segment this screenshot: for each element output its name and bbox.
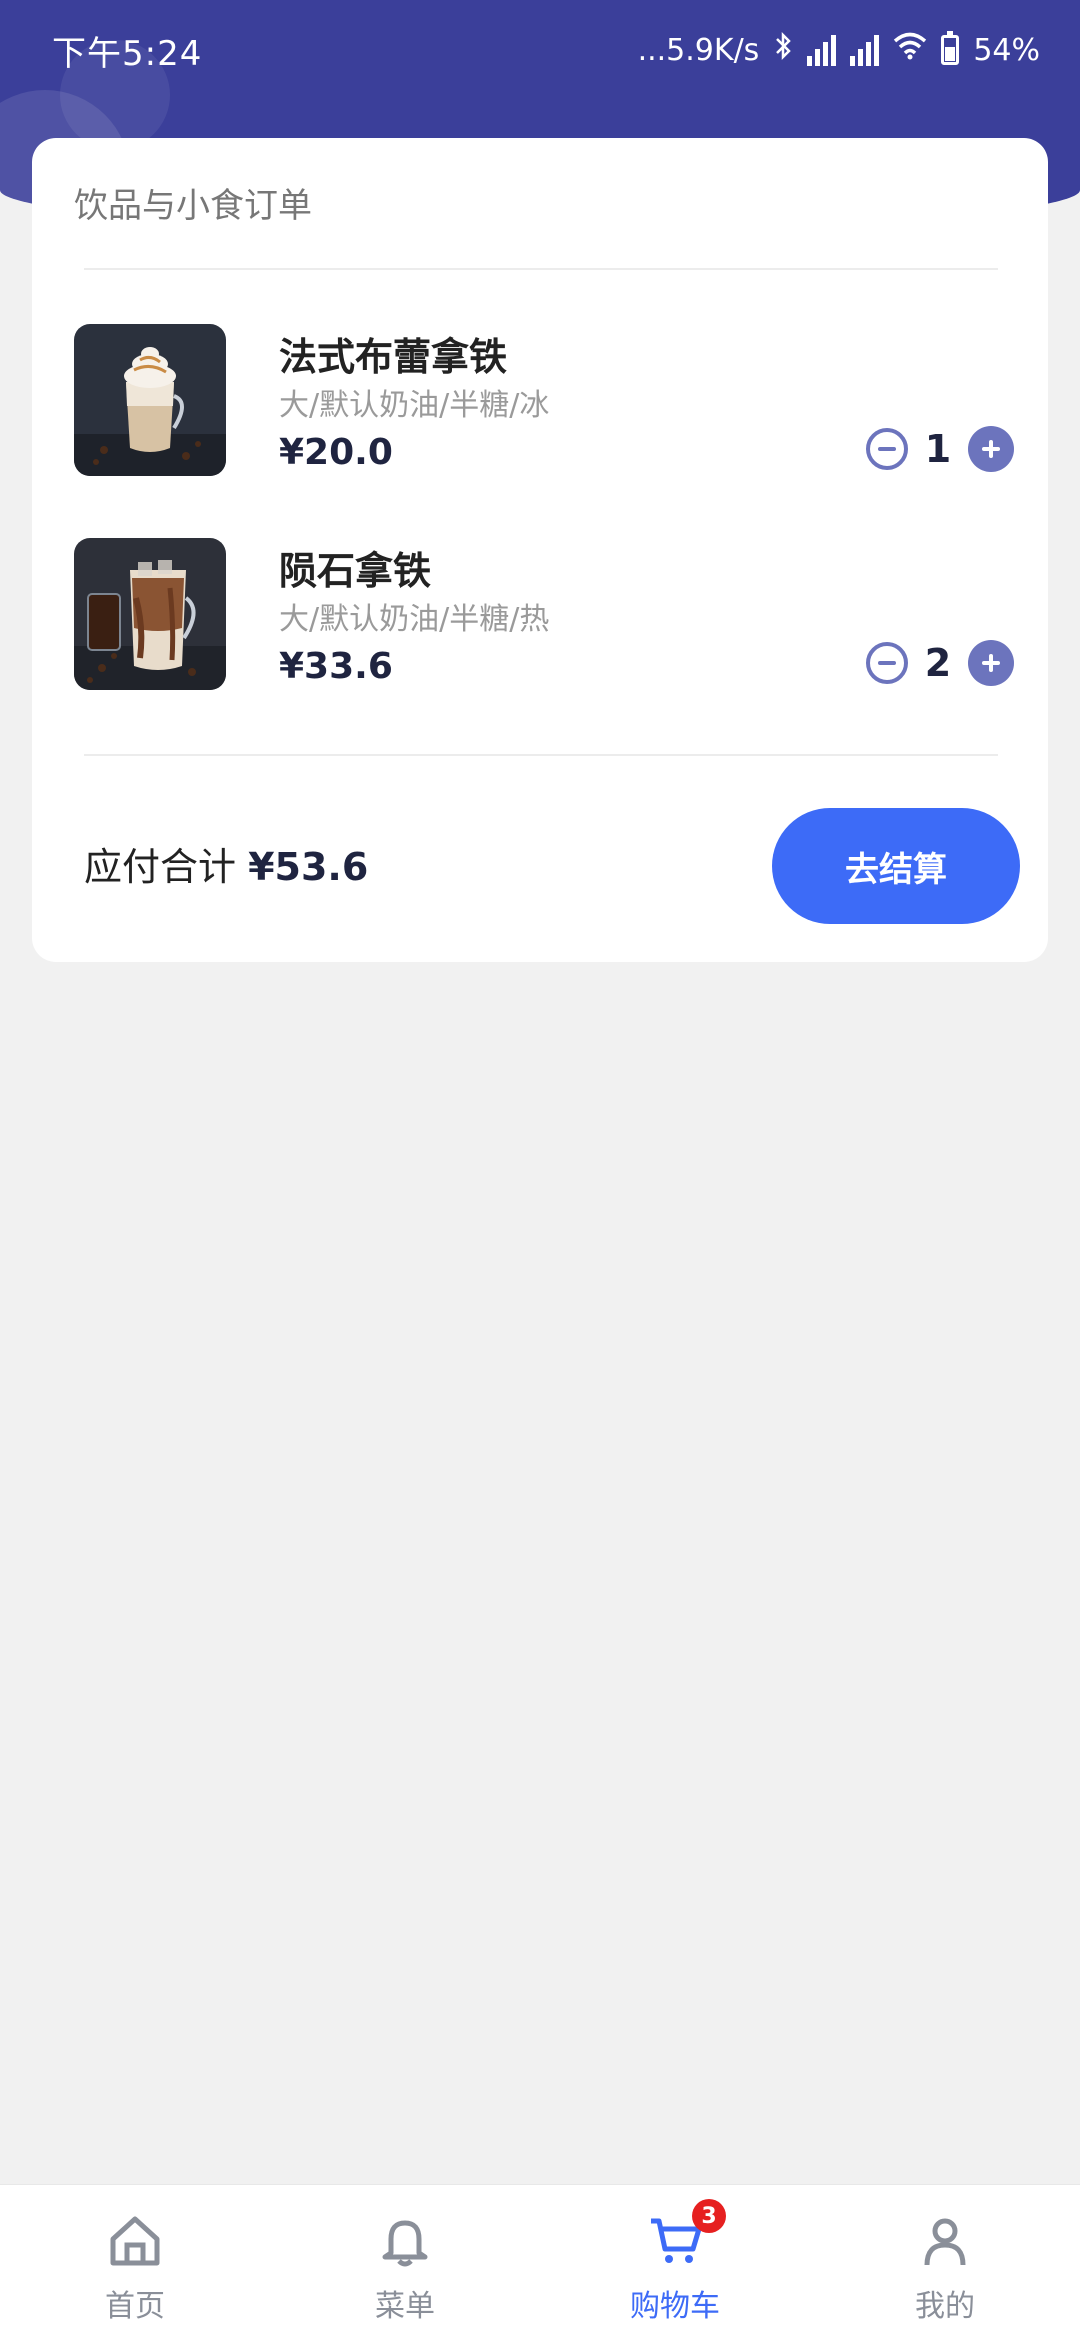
wifi-icon: [893, 32, 927, 68]
bottom-navigation: 首页 菜单 3 购物车 我的: [0, 2184, 1080, 2341]
product-image: [74, 324, 226, 476]
tab-profile[interactable]: 我的: [810, 2185, 1080, 2341]
tab-home[interactable]: 首页: [0, 2185, 270, 2341]
product-name: 法式布蕾拿铁: [279, 335, 508, 379]
signal-icon: [807, 34, 837, 66]
checkout-button[interactable]: 去结算: [772, 808, 1020, 924]
bluetooth-icon: [773, 31, 793, 69]
status-bar: 下午5:24 ...5.9K/s 54%: [0, 0, 1080, 100]
tab-label: 购物车: [630, 2289, 720, 2324]
cart-item: 陨石拿铁 大/默认奶油/半糖/热 ¥33.6 2: [74, 538, 1014, 698]
quantity-stepper: 1: [866, 426, 1014, 472]
signal-icon: [850, 34, 880, 66]
quantity-value: 1: [924, 427, 952, 471]
divider: [84, 268, 998, 270]
increase-quantity-button[interactable]: [968, 640, 1014, 686]
order-title: 饮品与小食订单: [74, 186, 312, 226]
total-amount: ¥53.6: [248, 845, 369, 889]
increase-quantity-button[interactable]: [968, 426, 1014, 472]
home-icon: [107, 2213, 163, 2273]
order-total: 应付合计 ¥53.6: [84, 836, 368, 891]
cart-item: 法式布蕾拿铁 大/默认奶油/半糖/冰 ¥20.0 1: [74, 324, 1014, 484]
tab-label: 我的: [915, 2289, 975, 2324]
divider: [84, 754, 998, 756]
user-icon: [917, 2213, 973, 2273]
cart-count-badge: 3: [692, 2199, 726, 2233]
product-name: 陨石拿铁: [279, 549, 432, 593]
battery-level: 54%: [973, 32, 1040, 68]
tab-label: 菜单: [375, 2289, 435, 2324]
tab-label: 首页: [105, 2289, 165, 2324]
decrease-quantity-button[interactable]: [866, 428, 908, 470]
product-price: ¥20.0: [279, 432, 393, 473]
quantity-stepper: 2: [866, 640, 1014, 686]
product-price: ¥33.6: [279, 646, 393, 687]
order-card: 饮品与小食订单 法式布蕾拿铁 大/默认奶油/半糖/冰 ¥20.0 1 陨石拿铁 …: [32, 138, 1048, 962]
tab-cart[interactable]: 3 购物车: [540, 2185, 810, 2341]
network-speed: ...5.9K/s: [637, 32, 760, 68]
bell-icon: [377, 2213, 433, 2273]
product-image: [74, 538, 226, 690]
battery-icon: [941, 31, 960, 65]
product-options: 大/默认奶油/半糖/热: [279, 602, 550, 637]
quantity-value: 2: [924, 641, 952, 685]
tab-menu[interactable]: 菜单: [270, 2185, 540, 2341]
status-time: 下午5:24: [52, 33, 203, 74]
total-label: 应付合计: [84, 845, 237, 889]
decrease-quantity-button[interactable]: [866, 642, 908, 684]
product-options: 大/默认奶油/半糖/冰: [279, 388, 550, 423]
status-indicators: ...5.9K/s 54%: [638, 31, 1040, 69]
